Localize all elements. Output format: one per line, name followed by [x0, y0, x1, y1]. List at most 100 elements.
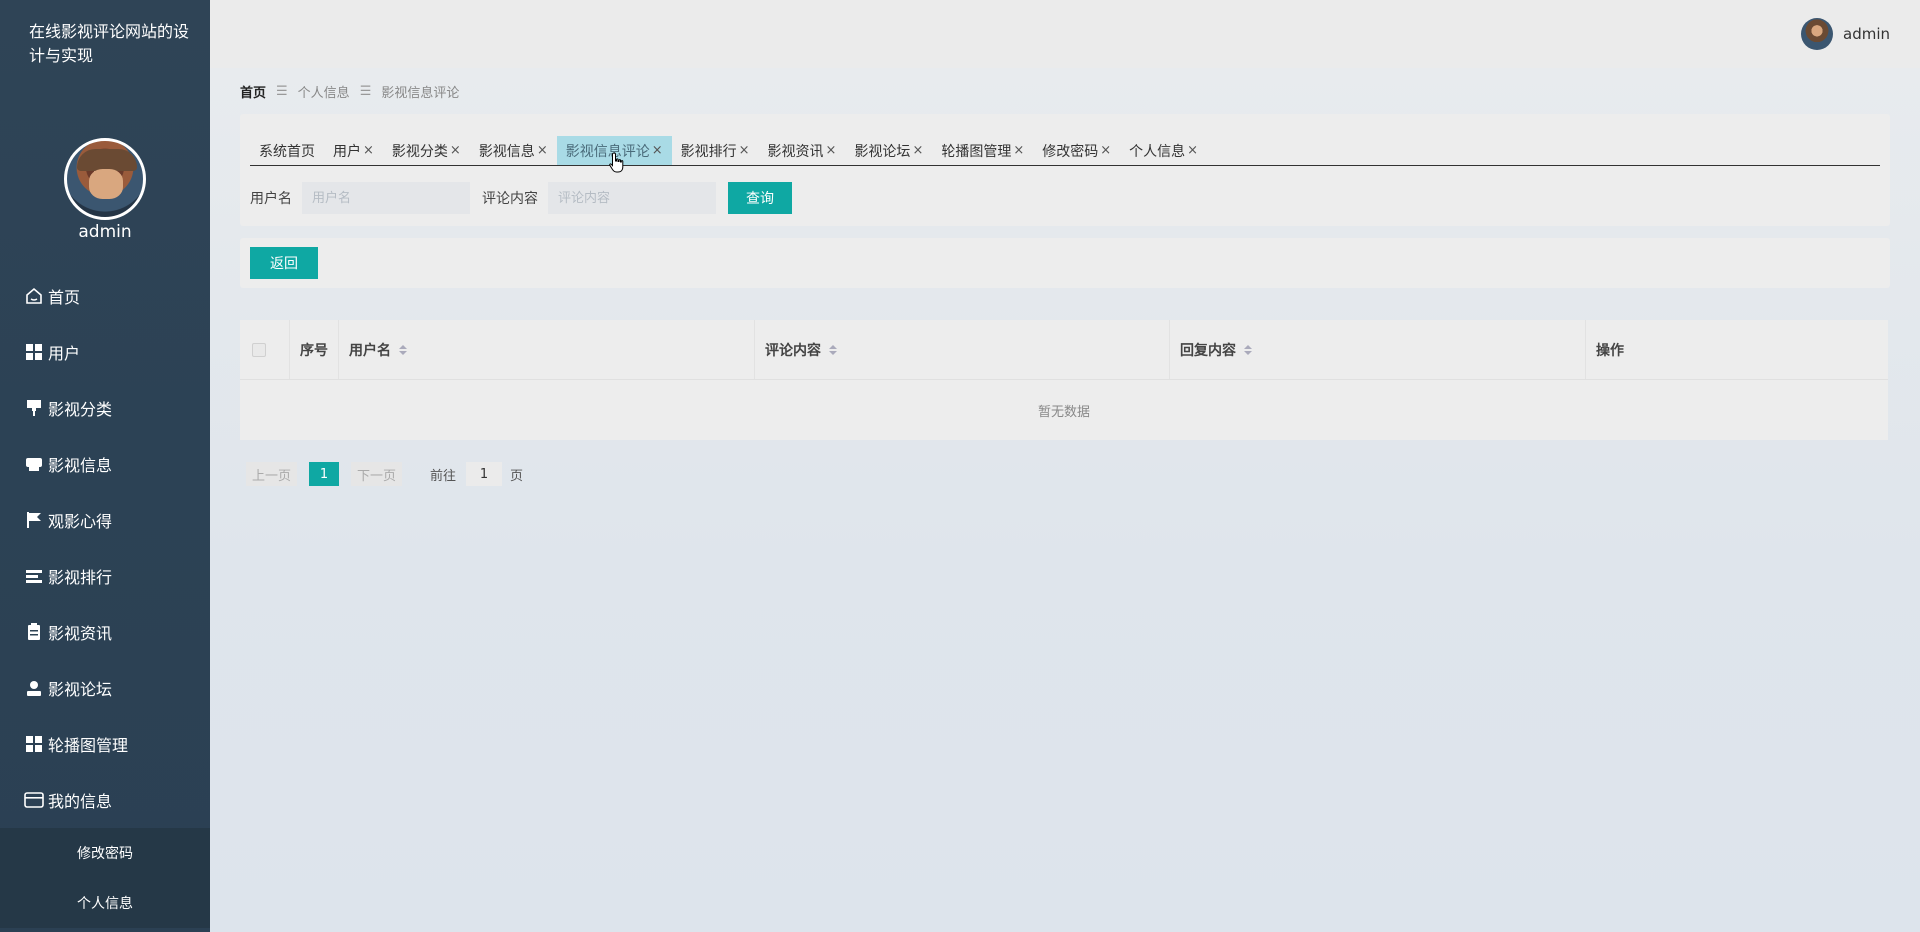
tab-label: 影视论坛 — [854, 143, 911, 160]
pagination: 上一页 1 下一页 前往 页 — [246, 462, 523, 486]
tab-2[interactable]: 影视分类 × — [383, 136, 470, 165]
tab-label: 影视排行 — [680, 143, 737, 160]
back-button[interactable]: 返回 — [250, 247, 318, 279]
top-bar: admin — [210, 0, 1920, 68]
column-header-label: 序号 — [300, 342, 328, 359]
goto-suffix: 页 — [510, 468, 524, 484]
column-header-label: 操作 — [1596, 342, 1624, 359]
sort-icon[interactable] — [399, 344, 407, 355]
tab-10[interactable]: 个人信息 × — [1120, 136, 1207, 165]
sidebar-item-label: 影视论坛 — [48, 680, 113, 699]
tab-label: 影视资讯 — [767, 143, 824, 160]
content-label: 评论内容 — [482, 191, 538, 207]
sidebar-subitem-profile[interactable]: 个人信息 — [0, 878, 210, 928]
sidebar-item-label: 观影心得 — [48, 512, 113, 531]
tab-label: 影视信息 — [478, 143, 535, 160]
tab-7[interactable]: 影视论坛 × — [845, 136, 932, 165]
tab-5[interactable]: 影视排行 × — [672, 136, 759, 165]
close-icon[interactable]: × — [450, 143, 461, 158]
avatar-face — [89, 169, 123, 199]
tab-1[interactable]: 用户 × — [324, 136, 383, 165]
content-search-input[interactable] — [548, 182, 716, 214]
tab-label: 影视分类 — [391, 143, 448, 160]
breadcrumb-separator-icon: ☰ — [359, 83, 372, 99]
column-header-label: 用户名 — [349, 342, 391, 359]
tab-3[interactable]: 影视信息 × — [470, 136, 557, 165]
column-username[interactable]: 用户名 — [339, 320, 755, 379]
sidebar: 在线影视评论网站的设计与实现 admin 首页 用户 影视分类 影视信息 观影心… — [0, 0, 210, 932]
tab-0[interactable]: 系统首页 — [250, 136, 324, 165]
close-icon[interactable]: × — [826, 143, 837, 158]
close-icon[interactable]: × — [537, 143, 548, 158]
brush-icon — [24, 398, 44, 418]
sidebar-item-forum[interactable]: 影视论坛 — [0, 660, 210, 716]
breadcrumb-home[interactable]: 首页 — [240, 82, 266, 101]
site-title: 在线影视评论网站的设计与实现 — [29, 22, 190, 65]
goto-page-input[interactable] — [466, 462, 503, 486]
sidebar-item-reviews[interactable]: 观影心得 — [0, 492, 210, 548]
comments-table: 序号 用户名 评论内容 回复内容 操作 暂无数据 — [240, 320, 1888, 440]
sidebar-item-label: 首页 — [48, 288, 81, 307]
close-icon[interactable]: × — [739, 143, 750, 158]
close-icon[interactable]: × — [652, 143, 663, 158]
tab-label: 用户 — [333, 143, 361, 160]
close-icon[interactable]: × — [1187, 143, 1198, 158]
grid-icon — [24, 734, 44, 754]
tab-label: 修改密码 — [1042, 143, 1099, 160]
next-page-button[interactable]: 下一页 — [351, 462, 403, 486]
table-header: 序号 用户名 评论内容 回复内容 操作 — [240, 320, 1888, 380]
sidebar-item-users[interactable]: 用户 — [0, 324, 210, 380]
select-all-checkbox[interactable] — [252, 342, 266, 357]
sidebar-item-categories[interactable]: 影视分类 — [0, 380, 210, 436]
close-icon[interactable]: × — [1100, 143, 1111, 158]
sort-icon[interactable] — [1244, 344, 1252, 355]
select-all-cell — [240, 320, 290, 379]
close-icon[interactable]: × — [1013, 143, 1024, 158]
header-username: admin — [1843, 25, 1890, 43]
username-search-input[interactable] — [302, 182, 470, 214]
home-icon — [24, 286, 44, 306]
avatar — [1801, 18, 1833, 50]
hand-cursor-icon — [609, 152, 624, 173]
sidebar-item-label: 轮播图管理 — [48, 736, 129, 755]
goto-label: 前往 — [430, 468, 457, 484]
tab-label: 系统首页 — [259, 143, 315, 160]
column-reply[interactable]: 回复内容 — [1170, 320, 1586, 379]
sort-icon[interactable] — [829, 344, 837, 355]
sidebar-item-news[interactable]: 影视资讯 — [0, 604, 210, 660]
sidebar-username: admin — [78, 222, 132, 242]
sidebar-menu: 首页 用户 影视分类 影视信息 观影心得 影视排行 影视资讯 影视论坛 轮播图管… — [0, 268, 210, 928]
column-actions: 操作 — [1586, 320, 1888, 379]
sidebar-item-ranking[interactable]: 影视排行 — [0, 548, 210, 604]
prev-page-button[interactable]: 上一页 — [246, 462, 298, 486]
sidebar-subitem-change-password[interactable]: 修改密码 — [0, 828, 210, 878]
breadcrumb: 首页 ☰ 个人信息 ☰ 影视信息评论 — [240, 82, 459, 101]
tab-6[interactable]: 影视资讯 × — [759, 136, 846, 165]
sidebar-item-label: 影视排行 — [48, 568, 113, 587]
person-icon — [24, 678, 44, 698]
column-header-label: 回复内容 — [1180, 342, 1236, 359]
close-icon[interactable]: × — [912, 143, 923, 158]
action-panel: 返回 — [240, 238, 1890, 288]
column-header-label: 评论内容 — [765, 342, 821, 359]
avatar-hat — [77, 149, 137, 171]
tab-label: 轮播图管理 — [941, 143, 1012, 160]
sidebar-item-movie-info[interactable]: 影视信息 — [0, 436, 210, 492]
search-form: 用户名 评论内容 查询 — [250, 182, 792, 214]
page-number-current[interactable]: 1 — [309, 462, 340, 486]
sidebar-item-my-info[interactable]: 我的信息 — [0, 772, 210, 828]
breadcrumb-level1: 个人信息 — [297, 85, 350, 101]
column-index: 序号 — [290, 320, 339, 379]
tab-9[interactable]: 修改密码 × — [1033, 136, 1120, 165]
sidebar-item-home[interactable]: 首页 — [0, 268, 210, 324]
tabs-and-search-panel: 系统首页 用户 × 影视分类 × 影视信息 × 影视信息评论 × 影视排行 × 影视资讯 × 影视论坛 × 轮… — [240, 114, 1890, 226]
grid-icon — [24, 342, 44, 362]
column-comment[interactable]: 评论内容 — [755, 320, 1170, 379]
sidebar-submenu: 修改密码 个人信息 — [0, 828, 210, 928]
tab-8[interactable]: 轮播图管理 × — [932, 136, 1033, 165]
query-button[interactable]: 查询 — [728, 182, 792, 214]
user-menu[interactable]: admin — [1801, 18, 1890, 50]
sidebar-item-carousel[interactable]: 轮播图管理 — [0, 716, 210, 772]
sidebar-item-label: 我的信息 — [48, 792, 113, 811]
close-icon[interactable]: × — [363, 143, 374, 158]
